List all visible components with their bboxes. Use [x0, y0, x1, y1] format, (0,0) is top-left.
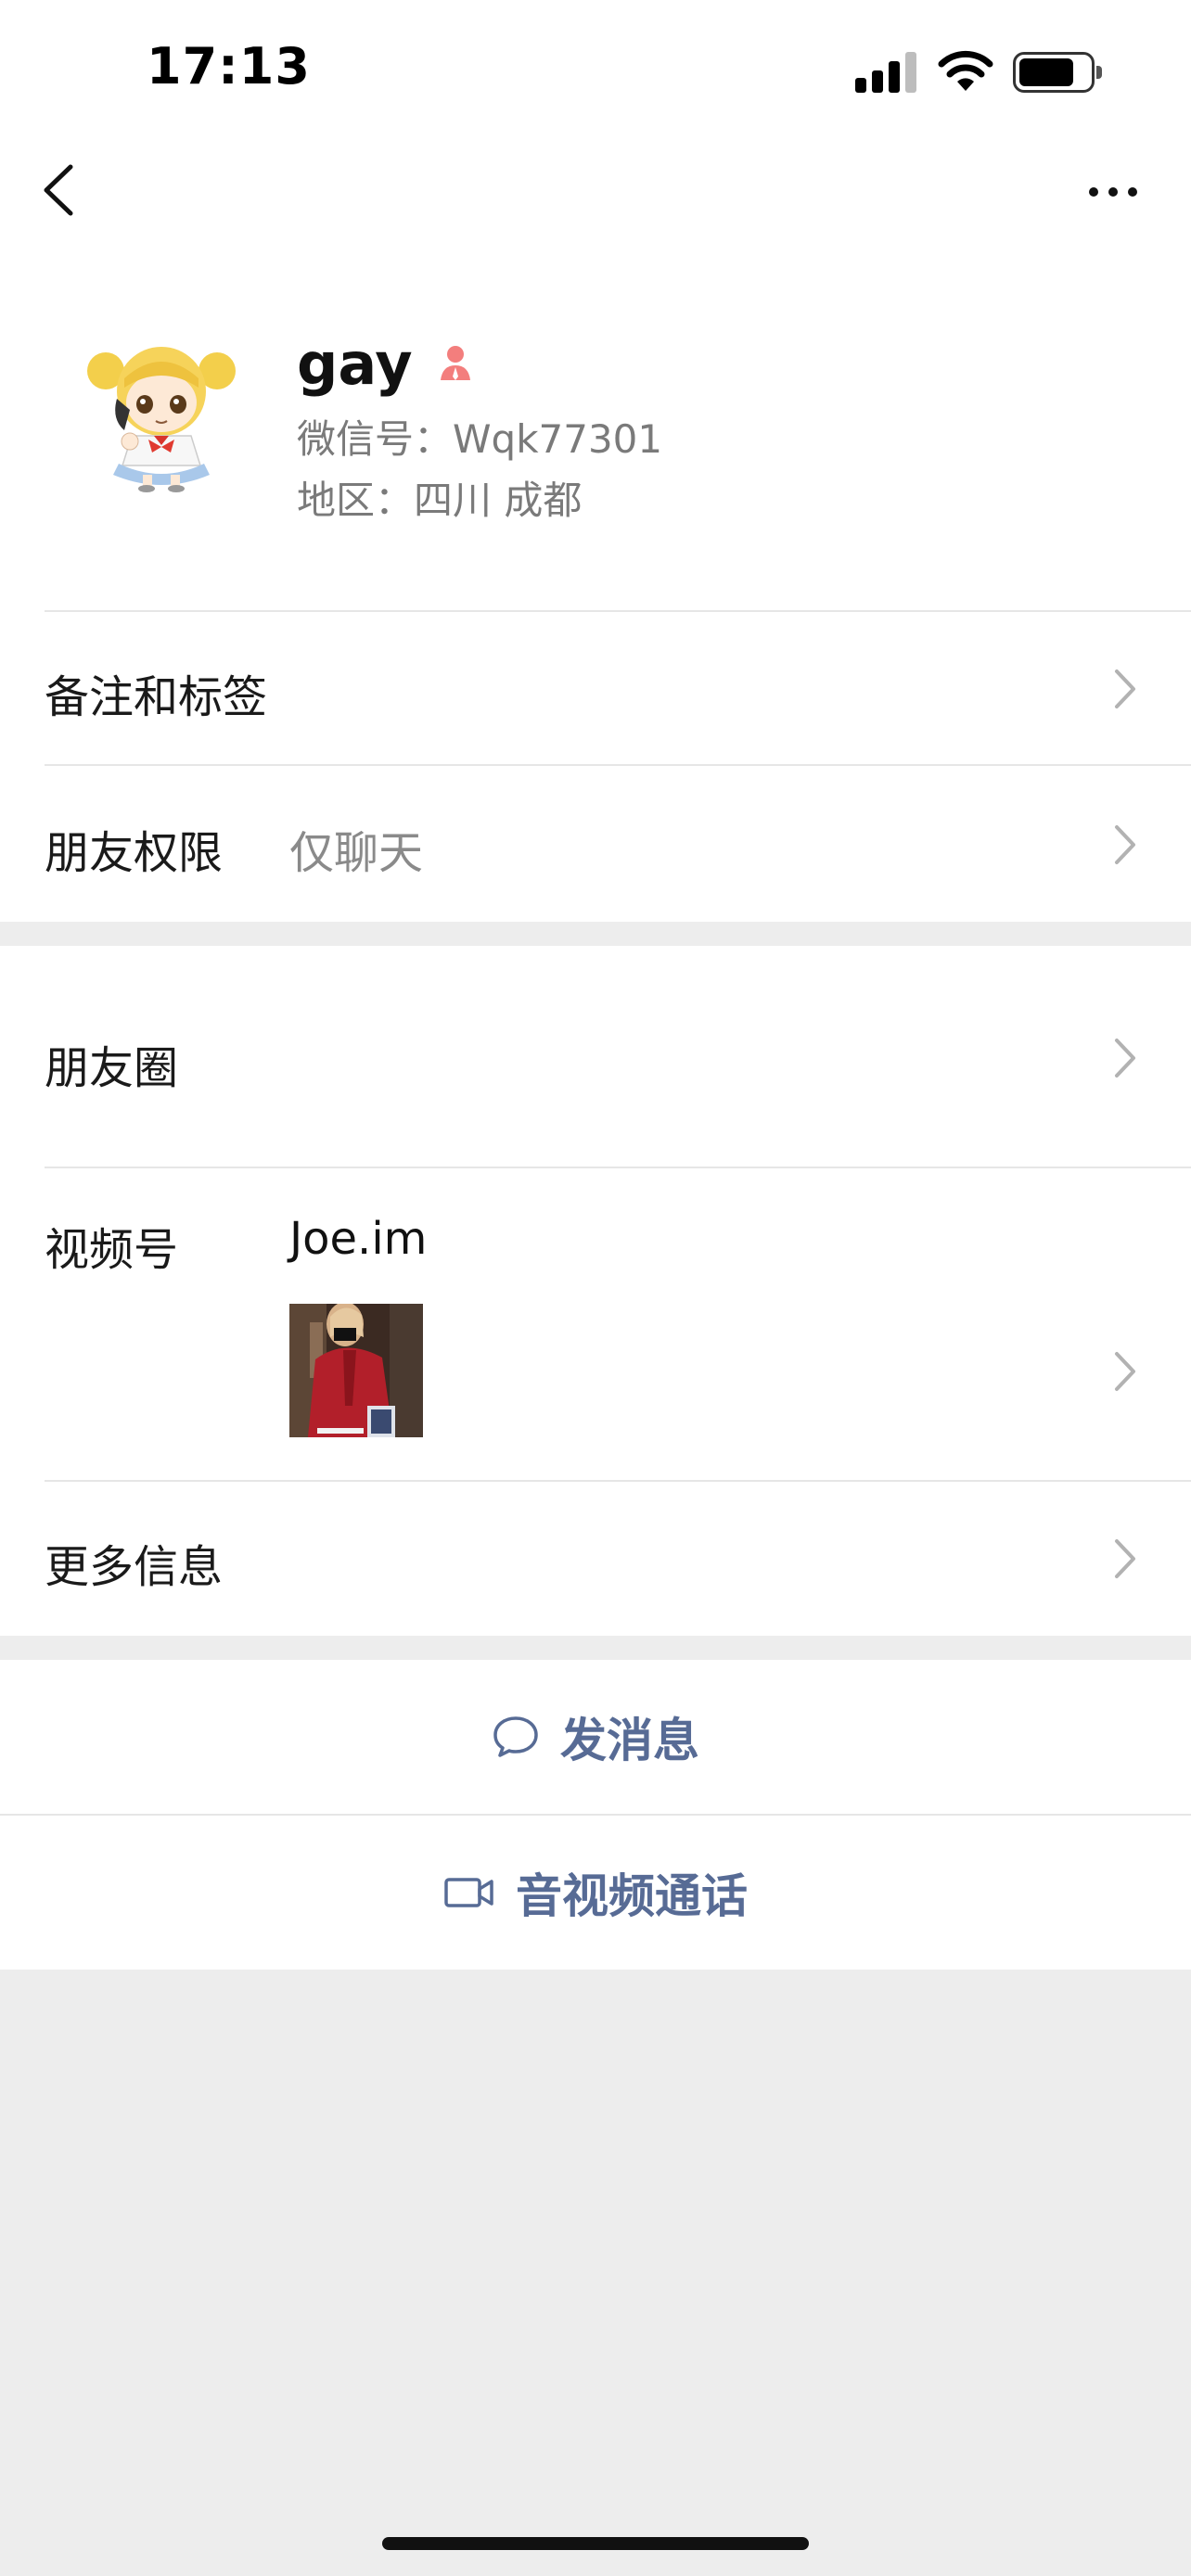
profile-header: gay 微信号：Wqk77301 地区：四川 成都 [0, 241, 1191, 612]
status-bar: 17:13 [0, 0, 1191, 139]
row-label: 视频号 [45, 1224, 179, 1276]
row-more-info[interactable]: 更多信息 [0, 1482, 1191, 1636]
avatar[interactable] [78, 326, 245, 493]
av-call-button[interactable]: 音视频通话 [0, 1816, 1191, 1970]
row-label: 更多信息 [45, 1541, 224, 1593]
female-icon [440, 346, 470, 380]
channel-thumbnail[interactable] [289, 1304, 423, 1437]
wifi-icon [938, 50, 993, 91]
row-value: 仅聊天 [289, 827, 424, 879]
av-call-label: 音视频通话 [516, 1869, 748, 1923]
chevron-right-icon [1115, 1352, 1135, 1391]
row-friend-permissions[interactable]: 朋友权限 仅聊天 [0, 766, 1191, 922]
chevron-right-icon [1115, 825, 1135, 864]
row-label: 朋友圈 [45, 1042, 179, 1094]
region: 地区：四川 成都 [297, 478, 583, 523]
wechat-id: 微信号：Wqk77301 [297, 416, 663, 462]
status-time: 17:13 [147, 37, 311, 96]
chat-bubble-icon [493, 1716, 538, 1757]
cellular-signal-icon [855, 52, 918, 93]
nav-bar [0, 139, 1191, 241]
row-channels[interactable]: 视频号 Joe.im [0, 1168, 1191, 1482]
chevron-right-icon [1115, 1539, 1135, 1578]
name-row: gay [297, 326, 476, 401]
channel-name: Joe.im [289, 1213, 428, 1265]
back-icon[interactable] [37, 159, 89, 221]
chevron-right-icon [1115, 670, 1135, 708]
more-icon[interactable] [1076, 167, 1150, 213]
row-label: 朋友权限 [45, 827, 224, 879]
battery-icon [1013, 52, 1102, 93]
row-moments[interactable]: 朋友圈 [0, 946, 1191, 1168]
profile-name: gay [297, 329, 413, 398]
home-indicator[interactable] [382, 2537, 809, 2550]
send-message-button[interactable]: 发消息 [0, 1660, 1191, 1814]
chevron-right-icon [1115, 1039, 1135, 1078]
row-remarks-tags[interactable]: 备注和标签 [0, 612, 1191, 766]
video-camera-icon [444, 1878, 493, 1907]
send-message-label: 发消息 [560, 1714, 699, 1767]
row-label: 备注和标签 [45, 671, 268, 723]
